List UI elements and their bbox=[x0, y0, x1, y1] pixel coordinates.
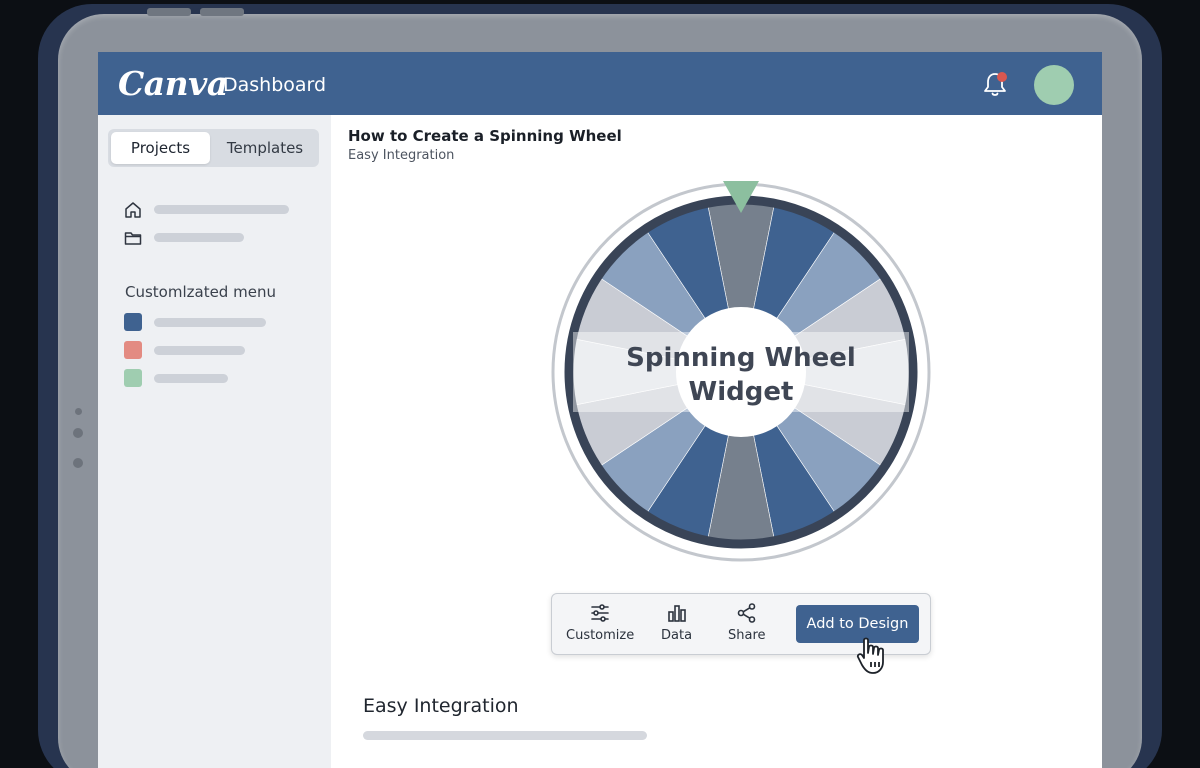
sidebar-item-home[interactable] bbox=[124, 200, 142, 220]
tablet-sensor bbox=[75, 408, 82, 415]
notification-dot bbox=[997, 72, 1007, 82]
menu-item-placeholder bbox=[154, 346, 245, 355]
section-placeholder-bar bbox=[363, 731, 647, 740]
avatar[interactable] bbox=[1034, 65, 1074, 105]
content-subtitle: Easy Integration bbox=[348, 148, 455, 163]
sliders-icon bbox=[591, 604, 609, 622]
menu-swatch-green[interactable] bbox=[124, 369, 142, 387]
wheel-center-label-line1: Spinning Wheel bbox=[626, 343, 856, 373]
canva-logo[interactable]: Canva bbox=[118, 64, 228, 103]
sidebar-item-folder[interactable] bbox=[124, 228, 142, 248]
menu-swatch-red[interactable] bbox=[124, 341, 142, 359]
wheel-center-label-line2: Widget bbox=[689, 377, 794, 407]
tablet-sensor bbox=[73, 458, 83, 468]
sidebar-tabs: Projects Templates bbox=[108, 129, 319, 167]
tablet-sensor bbox=[73, 428, 83, 438]
share-icon bbox=[737, 603, 756, 623]
menu-item-placeholder bbox=[154, 374, 228, 383]
data-label: Data bbox=[661, 628, 693, 643]
tab-projects[interactable]: Projects bbox=[111, 132, 210, 164]
tablet-button bbox=[200, 8, 244, 16]
home-icon bbox=[125, 202, 141, 218]
menu-swatch-blue[interactable] bbox=[124, 313, 142, 331]
page-title: Dashboard bbox=[223, 74, 327, 96]
data-button[interactable]: Data bbox=[661, 602, 692, 643]
tab-templates[interactable]: Templates bbox=[214, 132, 316, 164]
hand-cursor-icon bbox=[856, 637, 884, 674]
share-button[interactable]: Share bbox=[728, 602, 766, 643]
spinning-wheel[interactable]: Spinning Wheel Widget bbox=[548, 180, 938, 565]
app-screen: Canva Dashboard Projects Templates Custo… bbox=[98, 52, 1102, 768]
tablet-button bbox=[147, 8, 191, 16]
content-title: How to Create a Spinning Wheel bbox=[348, 127, 622, 145]
customize-button[interactable]: Customize bbox=[566, 602, 634, 643]
section-title: Easy Integration bbox=[363, 695, 519, 717]
sidebar-item-placeholder bbox=[154, 205, 289, 214]
menu-item-placeholder bbox=[154, 318, 266, 327]
top-bar: Canva Dashboard bbox=[98, 52, 1102, 115]
sidebar-item-placeholder bbox=[154, 233, 244, 242]
sidebar: Projects Templates Customlzated menu bbox=[98, 115, 331, 768]
bar-chart-icon bbox=[667, 605, 686, 622]
custom-menu-heading: Customlzated menu bbox=[125, 283, 276, 301]
customize-label: Customize bbox=[566, 628, 635, 643]
share-label: Share bbox=[728, 628, 766, 643]
folder-icon bbox=[124, 232, 142, 245]
